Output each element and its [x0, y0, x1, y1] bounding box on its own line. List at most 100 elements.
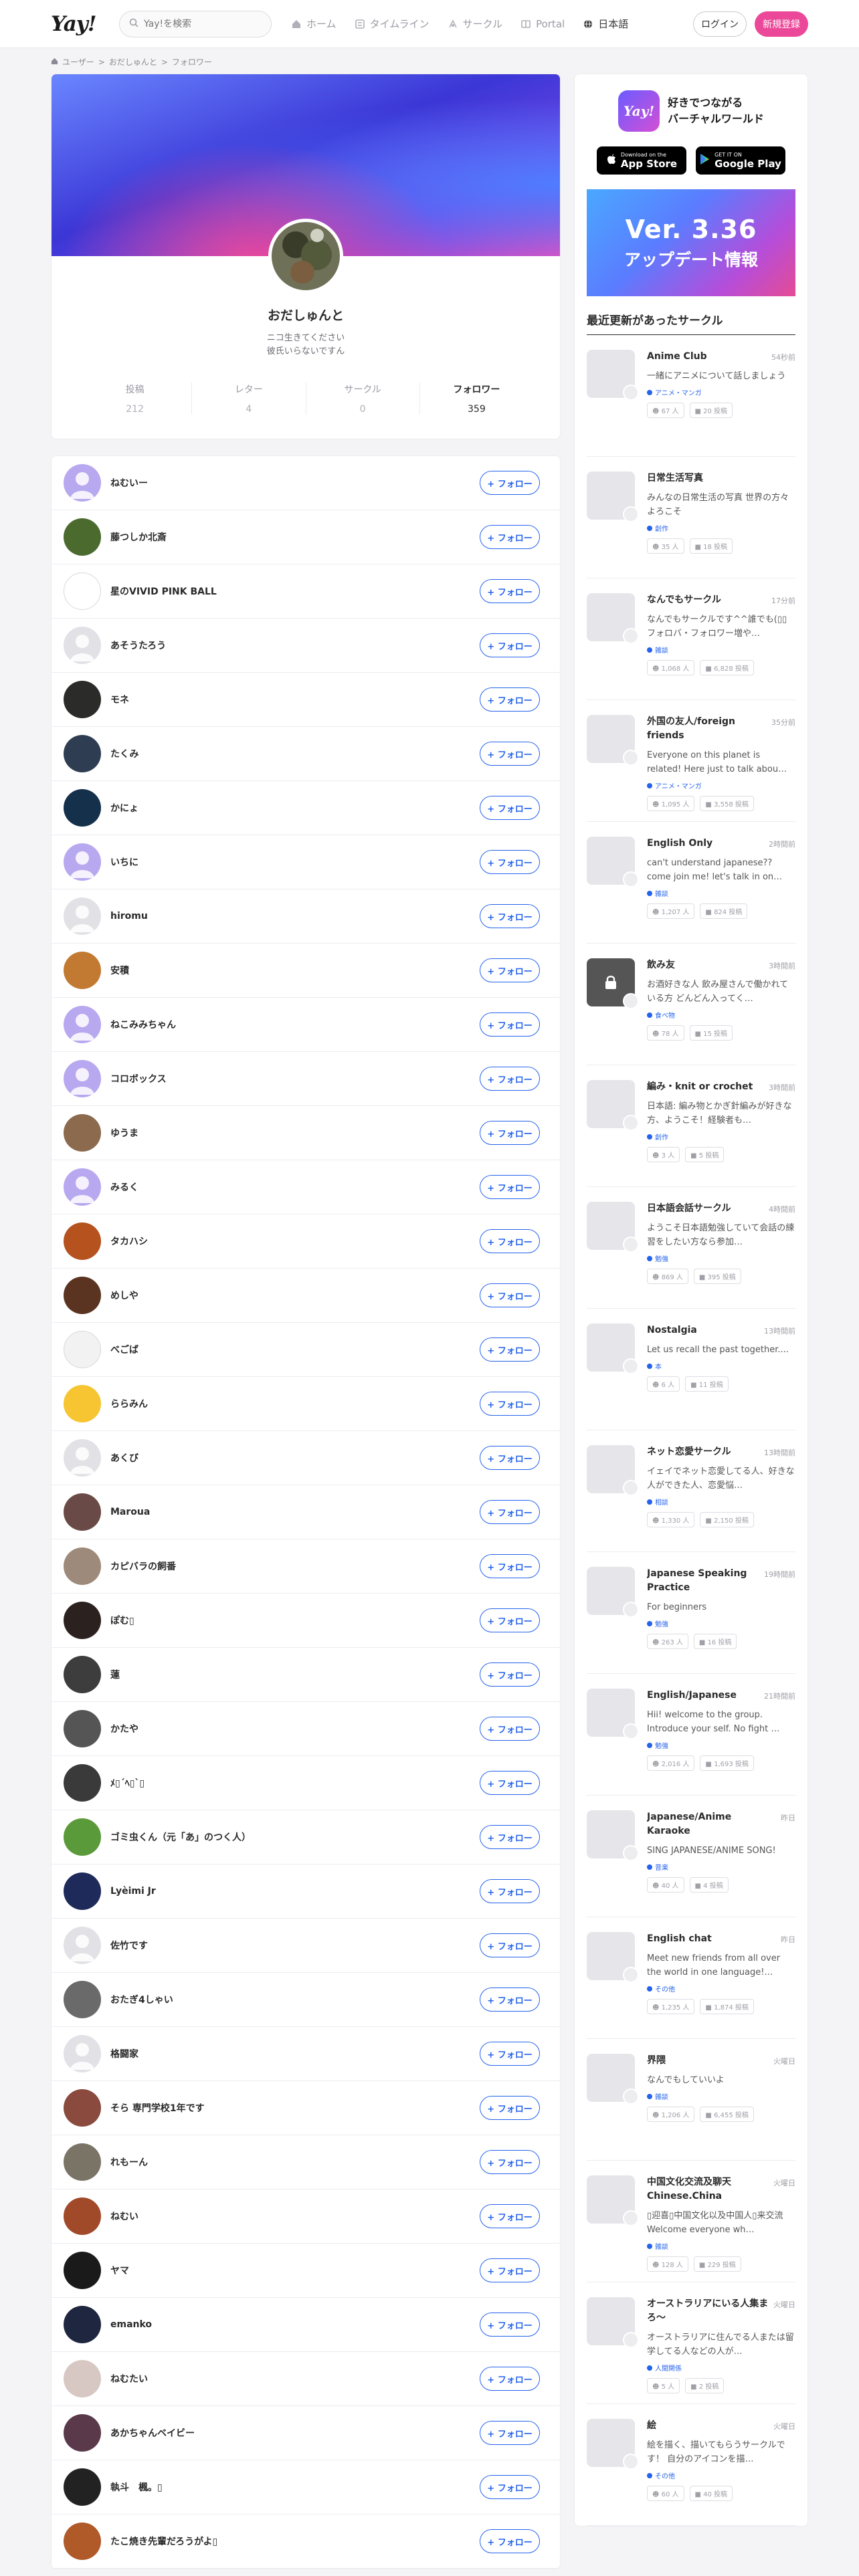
follower-row[interactable]: ねこみみちゃん + フォロー — [52, 998, 560, 1052]
follower-name[interactable]: タカハシ — [110, 1235, 480, 1248]
follow-button[interactable]: + フォロー — [480, 1337, 540, 1362]
avatar[interactable] — [64, 1114, 101, 1152]
follower-row[interactable]: かにょ + フォロー — [52, 781, 560, 835]
circle-item[interactable]: Anime Club 54秒前 一緒にアニメについて話しましょう アニメ・マンガ ☻ 6… — [587, 335, 795, 457]
avatar[interactable] — [64, 681, 101, 718]
follower-name[interactable]: あかちゃんベイビー — [110, 2426, 480, 2440]
follower-name[interactable]: かにょ — [110, 801, 480, 815]
avatar[interactable] — [64, 2197, 101, 2235]
circle-name[interactable]: English Only — [647, 837, 765, 851]
avatar[interactable] — [64, 1872, 101, 1910]
avatar[interactable] — [64, 1493, 101, 1531]
follow-button[interactable]: + フォロー — [480, 525, 540, 549]
follower-name[interactable]: みるく — [110, 1180, 480, 1194]
avatar[interactable] — [64, 735, 101, 772]
follower-row[interactable]: たくみ + フォロー — [52, 727, 560, 781]
nav-home[interactable]: ホーム — [290, 17, 337, 31]
follow-button[interactable]: + フォロー — [480, 1554, 540, 1578]
circle-name[interactable]: 飲み友 — [647, 958, 765, 972]
follower-row[interactable]: 蓮 + フォロー — [52, 1648, 560, 1702]
circle-item[interactable]: 界隈 火曜日 なんでもしていいよ 雑談 ☻ 1,206 人 ■ 6,455 投稿 — [587, 2039, 795, 2161]
stat-letters[interactable]: レター 4 — [192, 383, 306, 415]
avatar[interactable] — [64, 1602, 101, 1639]
follower-name[interactable]: ねむたい — [110, 2372, 480, 2385]
circle-item[interactable]: 飲み友 3時間前 お酒好きな人 飲み屋さんで働かれている方 どんどん入ってく… 食べ物… — [587, 944, 795, 1065]
follower-row[interactable]: 藤つしか北斎 + フォロー — [52, 510, 560, 564]
follower-name[interactable]: ゴミ虫くん（元「あ」のつく人） — [110, 1830, 480, 1844]
follow-button[interactable]: + フォロー — [480, 1446, 540, 1470]
follower-name[interactable]: 蓮 — [110, 1668, 480, 1681]
follower-name[interactable]: おたぎ4しゃい — [110, 1993, 480, 2006]
follower-name[interactable]: あそうたろう — [110, 639, 480, 652]
avatar[interactable] — [64, 2468, 101, 2506]
circle-item[interactable]: 中国文化交流及聊天 Chinese.China 火曜日 ▯迎喜▯中国文化以及中国人▯… — [587, 2161, 795, 2282]
circle-name[interactable]: Japanese Speaking Practice — [647, 1567, 760, 1595]
search-input[interactable] — [144, 18, 251, 29]
follower-name[interactable]: hiromu — [110, 911, 480, 922]
follower-name[interactable]: emanko — [110, 2319, 480, 2330]
follower-name[interactable]: ゆうま — [110, 1126, 480, 1140]
follower-name[interactable]: そら 専門学校1年です — [110, 2101, 480, 2115]
follower-row[interactable]: ゴミ虫くん（元「あ」のつく人） + フォロー — [52, 1810, 560, 1864]
follow-button[interactable]: + フォロー — [480, 1879, 540, 1903]
follower-row[interactable]: コロボックス + フォロー — [52, 1052, 560, 1106]
follower-row[interactable]: ねむたい + フォロー — [52, 2352, 560, 2406]
avatar[interactable] — [64, 2523, 101, 2560]
follower-name[interactable]: ねむい — [110, 2210, 480, 2223]
avatar[interactable] — [64, 1060, 101, 1097]
follower-row[interactable]: べごば + フォロー — [52, 1323, 560, 1377]
circle-name[interactable]: 日本語会話サークル — [647, 1202, 765, 1216]
nav-timeline[interactable]: タイムライン — [354, 17, 430, 31]
follower-row[interactable]: あかちゃんベイビー + フォロー — [52, 2406, 560, 2460]
avatar[interactable] — [64, 1547, 101, 1585]
yay-logo[interactable]: Yay! — [51, 12, 119, 36]
follower-row[interactable]: ねむいー + フォロー — [52, 456, 560, 510]
circle-name[interactable]: Nostalgia — [647, 1323, 760, 1337]
follow-button[interactable]: + フォロー — [480, 2421, 540, 2445]
stat-circles[interactable]: サークル 0 — [306, 383, 420, 415]
follow-button[interactable]: + フォロー — [480, 687, 540, 712]
follower-row[interactable]: ﾒ▯´ﾍ▯`▯ + フォロー — [52, 1756, 560, 1810]
avatar[interactable] — [64, 572, 101, 610]
avatar[interactable] — [64, 1439, 101, 1477]
follower-row[interactable]: 星のVIVID PINK BALL + フォロー — [52, 564, 560, 619]
circle-name[interactable]: English chat — [647, 1932, 777, 1946]
follow-button[interactable]: + フォロー — [480, 742, 540, 766]
avatar[interactable] — [64, 464, 101, 502]
circle-name[interactable]: English/Japanese — [647, 1689, 760, 1703]
follow-button[interactable]: + フォロー — [480, 2529, 540, 2553]
follow-button[interactable]: + フォロー — [480, 1608, 540, 1632]
app-store-button[interactable]: Download on the App Store — [597, 146, 686, 175]
circle-item[interactable]: 日常生活写真 みんなの日常生活の写真 世界の方々よろこそ 創作 ☻ 35 人 ■ 18 … — [587, 457, 795, 578]
circle-name[interactable]: 界隈 — [647, 2054, 769, 2068]
follow-button[interactable]: + フォロー — [480, 1012, 540, 1037]
follow-button[interactable]: + フォロー — [480, 1771, 540, 1795]
circle-name[interactable]: ネット恋愛サークル — [647, 1445, 760, 1459]
breadcrumb-user[interactable]: おだしゅんと — [109, 56, 157, 68]
follower-row[interactable]: 格闘家 + フォロー — [52, 2027, 560, 2081]
follow-button[interactable]: + フォロー — [480, 2258, 540, 2282]
follow-button[interactable]: + フォロー — [480, 2204, 540, 2228]
follower-name[interactable]: 格闘家 — [110, 2047, 480, 2060]
follower-row[interactable]: モネ + フォロー — [52, 673, 560, 727]
follower-row[interactable]: Lyèimi Jr + フォロー — [52, 1864, 560, 1919]
follow-button[interactable]: + フォロー — [480, 1988, 540, 2012]
follower-name[interactable]: 安積 — [110, 964, 480, 977]
follower-row[interactable]: あそうたろう + フォロー — [52, 619, 560, 673]
signup-button[interactable]: 新規登録 — [755, 11, 808, 37]
nav-portal[interactable]: Portal — [520, 18, 565, 30]
follower-row[interactable]: みるく + フォロー — [52, 1160, 560, 1214]
follow-button[interactable]: + フォロー — [480, 1175, 540, 1199]
circle-item[interactable]: 日本語会話サークル 4時間前 ようこそ日本語勉強していて会話の練習をしたい方なら参加… — [587, 1187, 795, 1309]
avatar[interactable] — [64, 2252, 101, 2289]
follower-name[interactable]: ヤマ — [110, 2264, 480, 2277]
follow-button[interactable]: + フォロー — [480, 1662, 540, 1687]
circle-name[interactable]: 外国の友人/foreign friends — [647, 715, 767, 743]
circle-name[interactable]: 絵 — [647, 2419, 769, 2433]
nav-circle[interactable]: サークル — [447, 17, 502, 31]
search-box[interactable] — [119, 10, 272, 37]
follower-row[interactable]: hiromu + フォロー — [52, 889, 560, 944]
follow-button[interactable]: + フォロー — [480, 1067, 540, 1091]
google-play-button[interactable]: GET IT ON Google Play — [696, 146, 785, 175]
follow-button[interactable]: + フォロー — [480, 1717, 540, 1741]
